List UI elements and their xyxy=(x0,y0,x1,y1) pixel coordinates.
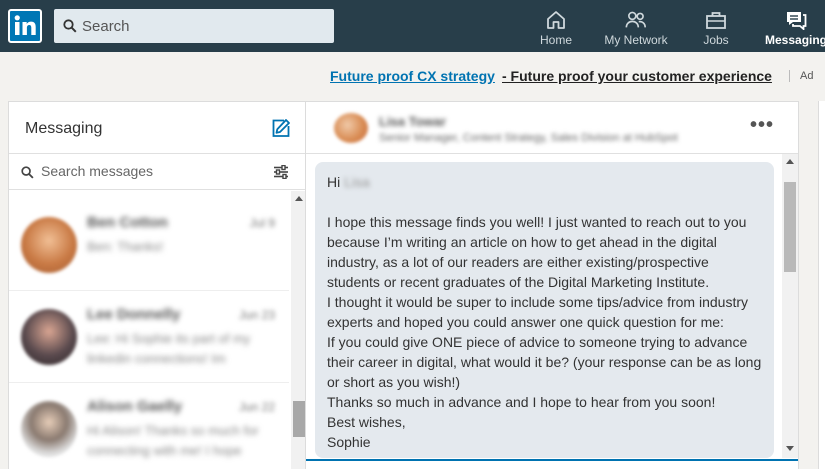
conversation-item[interactable]: Alison Gaelly Jun 22 Hi Alison! Thanks s… xyxy=(9,383,289,469)
briefcase-icon xyxy=(706,12,726,29)
filter-sliders-icon[interactable] xyxy=(273,165,289,179)
scroll-up-arrow-icon[interactable] xyxy=(786,159,794,164)
contact-name[interactable]: Lisa Towar xyxy=(379,114,446,129)
contact-headline: Senior Manager, Content Strategy, Sales … xyxy=(379,132,678,144)
conversation-preview: Ben: Thanks! xyxy=(87,239,164,254)
search-icon xyxy=(63,19,77,33)
avatar xyxy=(21,401,77,457)
nav-home[interactable]: Home xyxy=(538,0,574,52)
nav-messaging[interactable]: Messaging xyxy=(765,0,825,52)
avatar xyxy=(21,309,77,365)
ad-label: Ad xyxy=(800,70,814,82)
ad-tagline-link[interactable]: - Future proof your customer experience xyxy=(502,68,772,84)
messaging-title: Messaging xyxy=(25,120,103,137)
nav-jobs-label: Jobs xyxy=(703,33,729,47)
conversation-preview: Lee: Hi Sophie its part of my linkedin c… xyxy=(87,331,251,366)
contact-avatar[interactable] xyxy=(334,113,368,143)
ad-link[interactable]: Future proof CX strategy xyxy=(330,68,495,84)
nav-messaging-label: Messaging xyxy=(765,33,825,47)
recipient-name: Lisa xyxy=(344,174,370,190)
message-thread-panel: Lisa Towar Senior Manager, Content Strat… xyxy=(305,101,799,469)
nav-my-network-label: My Network xyxy=(604,33,668,47)
global-search-input[interactable] xyxy=(82,17,322,35)
scroll-up-arrow-icon[interactable] xyxy=(295,196,303,201)
scroll-down-arrow-icon[interactable] xyxy=(786,446,794,451)
network-icon xyxy=(625,11,646,28)
top-navigation-bar: Home My Network Jobs Messaging xyxy=(0,0,825,52)
scrollbar-thumb[interactable] xyxy=(784,182,796,272)
message-line: If you could give ONE piece of advice to… xyxy=(327,334,762,390)
message-search-bar[interactable] xyxy=(9,154,305,190)
conversation-name: Alison Gaelly xyxy=(87,398,183,415)
conversation-name: Ben Cotton xyxy=(87,214,168,231)
search-icon xyxy=(21,166,34,179)
sponsored-ad-banner: Future proof CX strategy - Future proof … xyxy=(0,66,825,86)
message-search-input[interactable] xyxy=(41,163,261,179)
compose-message-icon[interactable] xyxy=(271,118,291,138)
message-closing: Best wishes, xyxy=(327,414,406,430)
nav-my-network[interactable]: My Network xyxy=(600,0,672,52)
message-signature: Sophie xyxy=(327,434,371,450)
conversation-date: Jun 23 xyxy=(238,308,275,322)
conversation-date: Jul 9 xyxy=(249,216,275,230)
compose-box-border xyxy=(306,459,798,461)
message-paragraph: I hope this message finds you well! I ju… xyxy=(327,214,747,290)
messaging-sidebar: Messaging Ben Cotton Jul 9 Ben: Thanks! xyxy=(8,101,307,469)
more-options-icon[interactable]: ••• xyxy=(750,115,773,136)
home-icon xyxy=(547,11,565,29)
conversation-item[interactable]: Ben Cotton Jul 9 Ben: Thanks! xyxy=(9,199,289,291)
nav-jobs[interactable]: Jobs xyxy=(699,0,733,52)
avatar xyxy=(21,217,77,273)
linkedin-logo-icon[interactable] xyxy=(8,9,42,43)
scrollbar-thumb[interactable] xyxy=(293,401,305,437)
message-line: I thought it would be super to include s… xyxy=(327,294,748,330)
conversation-date: Jun 22 xyxy=(238,400,275,414)
conversation-preview: Hi Alison! Thanks so much for connecting… xyxy=(87,423,259,458)
ad-divider xyxy=(789,70,790,82)
message-line: Thanks so much in advance and I hope to … xyxy=(327,394,716,410)
right-rail-edge xyxy=(818,101,825,469)
messaging-icon xyxy=(787,12,807,30)
global-search-bar[interactable] xyxy=(54,9,334,43)
message-bubble: Hi Lisa I hope this message finds you we… xyxy=(315,162,774,458)
messaging-header: Messaging xyxy=(9,102,305,154)
thread-header: Lisa Towar Senior Manager, Content Strat… xyxy=(306,102,798,154)
thread-scrollbar[interactable] xyxy=(782,154,798,458)
conversation-name: Lee Donnelly xyxy=(87,306,181,323)
conversation-item[interactable]: Lee Donnelly Jun 23 Lee: Hi Sophie its p… xyxy=(9,291,289,383)
conversation-list: Ben Cotton Jul 9 Ben: Thanks! Lee Donnel… xyxy=(9,191,289,469)
nav-home-label: Home xyxy=(539,33,572,47)
message-greeting: Hi Lisa xyxy=(327,174,370,190)
